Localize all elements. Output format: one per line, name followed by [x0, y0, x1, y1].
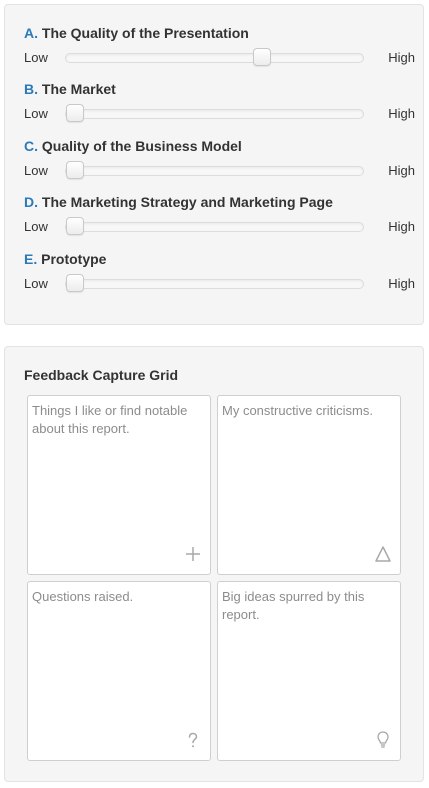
rating-slider-row: Low High	[24, 161, 415, 181]
slider-track[interactable]	[65, 48, 364, 66]
criterion-title: C. Quality of the Business Model	[24, 137, 242, 155]
high-label: High	[388, 276, 415, 291]
high-label: High	[388, 219, 415, 234]
criterion-marketing-strategy: D. The Marketing Strategy and Marketing …	[24, 193, 415, 241]
criterion-market: B. The Market Low High	[24, 80, 415, 128]
criterion-presentation: A. The Quality of the Presentation Low H…	[24, 24, 415, 72]
slider-thumb[interactable]	[66, 104, 84, 122]
lightbulb-icon	[374, 730, 392, 750]
high-label: High	[388, 163, 415, 178]
low-label: Low	[24, 163, 48, 178]
rating-slider-row: Low High	[24, 274, 415, 294]
rating-slider-row: Low High	[24, 217, 415, 237]
criterion-title: E. Prototype	[24, 250, 106, 268]
feedback-capture-panel: Feedback Capture Grid Things I like or f…	[4, 346, 424, 782]
slider-track[interactable]	[65, 104, 364, 122]
question-icon	[184, 730, 202, 750]
plus-icon	[184, 544, 202, 564]
low-label: Low	[24, 276, 48, 291]
feedback-cell-placeholder: My constructive criticisms.	[222, 403, 373, 418]
low-label: Low	[24, 219, 48, 234]
slider-thumb[interactable]	[66, 217, 84, 235]
criterion-label: The Quality of the Presentation	[41, 25, 249, 41]
slider-thumb[interactable]	[66, 161, 84, 179]
criterion-letter: B.	[24, 81, 38, 97]
criterion-label: Prototype	[41, 251, 107, 267]
criterion-letter: D.	[24, 194, 38, 210]
criterion-label: Quality of the Business Model	[41, 138, 242, 154]
criterion-letter: A.	[24, 25, 38, 41]
criterion-title: B. The Market	[24, 80, 116, 98]
delta-icon	[374, 544, 392, 564]
slider-track[interactable]	[65, 274, 364, 292]
slider-track[interactable]	[65, 161, 364, 179]
criterion-letter: E.	[24, 251, 38, 267]
feedback-cell-placeholder: Things I like or find notable about this…	[32, 403, 188, 436]
rating-slider-row: Low High	[24, 104, 415, 124]
feedback-cell-ideas[interactable]: Big ideas spurred by this report.	[217, 581, 401, 761]
rating-panel: A. The Quality of the Presentation Low H…	[4, 4, 424, 325]
feedback-cell-placeholder: Big ideas spurred by this report.	[222, 589, 365, 622]
criterion-letter: C.	[24, 138, 38, 154]
feedback-cell-criticisms[interactable]: My constructive criticisms.	[217, 395, 401, 575]
slider-thumb[interactable]	[252, 48, 271, 66]
criterion-label: The Market	[41, 81, 116, 97]
criterion-title: A. The Quality of the Presentation	[24, 24, 249, 42]
feedback-cell-questions[interactable]: Questions raised.	[27, 581, 211, 761]
criterion-business-model: C. Quality of the Business Model Low Hig…	[24, 137, 415, 185]
feedback-grid-title: Feedback Capture Grid	[24, 367, 179, 383]
criterion-title: D. The Marketing Strategy and Marketing …	[24, 193, 333, 211]
low-label: Low	[24, 106, 48, 121]
criterion-label: The Marketing Strategy and Marketing Pag…	[41, 194, 333, 210]
high-label: High	[388, 50, 415, 65]
slider-track[interactable]	[65, 217, 364, 235]
slider-thumb[interactable]	[66, 274, 84, 292]
high-label: High	[388, 106, 415, 121]
feedback-cell-placeholder: Questions raised.	[32, 589, 134, 604]
rating-slider-row: Low High	[24, 48, 415, 68]
criterion-prototype: E. Prototype Low High	[24, 250, 415, 298]
feedback-cell-likes[interactable]: Things I like or find notable about this…	[27, 395, 211, 575]
low-label: Low	[24, 50, 48, 65]
